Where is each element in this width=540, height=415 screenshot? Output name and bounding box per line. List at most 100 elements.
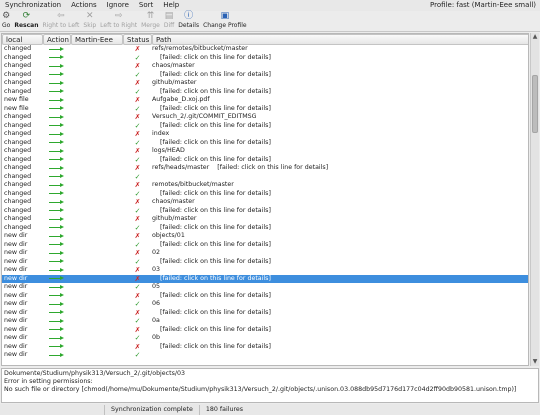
action-cell[interactable]	[43, 105, 71, 114]
table-row[interactable]: changed ✗ refs/heads/master [failed: click…	[2, 164, 528, 173]
action-cell[interactable]	[43, 113, 71, 122]
action-cell[interactable]	[43, 309, 71, 318]
table-row[interactable]: changed ✓	[2, 173, 528, 182]
left-to-right-button[interactable]: ⇨ Left to Right	[98, 11, 139, 31]
action-cell[interactable]	[43, 343, 71, 352]
table-row[interactable]: new file ✗ Aufgabe_D.xoj.pdf	[2, 96, 528, 105]
column-header-status[interactable]: Status	[123, 34, 152, 45]
checkmark-icon: ✓	[134, 104, 141, 113]
column-header-remote[interactable]: Martin-Eee	[71, 34, 123, 45]
rescan-button[interactable]: ⟳ Rescan	[12, 11, 40, 31]
table-row[interactable]: changed ✗ chaos/master	[2, 198, 528, 207]
table-row[interactable]: changed ✓ [failed: click on this line for…	[2, 190, 528, 199]
table-row[interactable]: new dir ✗ [failed: click on this line for…	[2, 309, 528, 318]
skip-button[interactable]: ✕ Skip	[81, 11, 98, 31]
column-header-local[interactable]: local	[2, 34, 43, 45]
right-to-left-button[interactable]: ⇦ Right to Left	[40, 11, 81, 31]
table-row[interactable]: new dir ✗ objects/01	[2, 232, 528, 241]
table-row[interactable]: changed ✓ [failed: click on this line for…	[2, 70, 528, 80]
action-cell[interactable]	[43, 317, 71, 326]
table-row[interactable]: changed ✗ chaos/master	[2, 62, 528, 71]
menu-sync[interactable]: Synchronization	[0, 0, 66, 11]
table-row[interactable]: new dir ✗ [failed: click on this line for…	[2, 343, 528, 352]
table-row[interactable]: changed ✗ github/master	[2, 215, 528, 224]
menu-sort[interactable]: Sort	[134, 0, 158, 11]
action-cell[interactable]	[43, 300, 71, 309]
action-cell[interactable]	[43, 266, 71, 275]
scrollbar-thumb[interactable]	[532, 75, 538, 133]
scroll-down-icon[interactable]: ▼	[531, 358, 539, 366]
go-button[interactable]: ⚙ Go	[0, 11, 12, 31]
action-cell[interactable]	[43, 164, 71, 173]
action-cell[interactable]	[43, 88, 71, 97]
table-row[interactable]: new dir ✗ [failed: click on this line for…	[2, 274, 528, 284]
checkmark-icon: ✓	[134, 70, 141, 79]
menu-ignore[interactable]: Ignore	[102, 0, 134, 11]
action-cell[interactable]	[43, 130, 71, 139]
menu-help[interactable]: Help	[158, 0, 184, 11]
action-cell[interactable]	[43, 224, 71, 233]
action-cell[interactable]	[43, 96, 71, 105]
table-row[interactable]: new dir ✗ [failed: click on this line for…	[2, 292, 528, 301]
table-row[interactable]: changed ✗ index	[2, 130, 528, 139]
vertical-scrollbar[interactable]: ▲ ▼	[530, 33, 539, 366]
action-cell[interactable]	[43, 351, 71, 360]
action-cell[interactable]	[43, 147, 71, 156]
table-row[interactable]: new dir ✓ [failed: click on this line for…	[2, 241, 528, 250]
table-row[interactable]: changed ✓ [failed: click on this line for…	[2, 139, 528, 148]
merge-button[interactable]: ⇈ Merge	[139, 11, 162, 31]
menu-actions[interactable]: Actions	[66, 0, 102, 11]
action-cell[interactable]	[43, 139, 71, 148]
action-cell[interactable]	[43, 190, 71, 199]
table-row[interactable]: new dir ✓ 0a	[2, 317, 528, 326]
action-cell[interactable]	[43, 173, 71, 182]
action-cell[interactable]	[43, 258, 71, 267]
action-cell[interactable]	[43, 54, 71, 63]
table-row[interactable]: new dir ✗ 03	[2, 266, 528, 275]
table-row[interactable]: changed ✓ [failed: click on this line for…	[2, 122, 528, 131]
table-row[interactable]: new dir ✗ 02	[2, 249, 528, 258]
action-cell[interactable]	[43, 198, 71, 207]
table-row[interactable]: changed ✓ [failed: click on this line for…	[2, 207, 528, 216]
action-cell[interactable]	[43, 62, 71, 71]
action-cell[interactable]	[43, 326, 71, 335]
table-row[interactable]: new dir ✓ 05	[2, 283, 528, 292]
action-cell[interactable]	[43, 71, 71, 80]
table-row[interactable]: changed ✗ refs/remotes/bitbucket/master	[2, 45, 528, 54]
column-header-action[interactable]: Action	[43, 34, 71, 45]
table-row[interactable]: new dir ✗ [failed: click on this line for…	[2, 326, 528, 335]
table-row[interactable]: changed ✗ Versuch_2/.git/COMMIT_EDITMSG	[2, 113, 528, 122]
table-row[interactable]: changed ✓ [failed: click on this line for…	[2, 88, 528, 97]
action-cell[interactable]	[43, 275, 71, 284]
action-cell[interactable]	[43, 232, 71, 241]
action-cell[interactable]	[43, 79, 71, 88]
scroll-up-icon[interactable]: ▲	[531, 33, 539, 41]
path-cell: [failed: click on this line for details]	[152, 70, 271, 78]
diff-button[interactable]: ▤ Diff	[162, 11, 176, 31]
table-row[interactable]: changed ✗ logs/HEAD	[2, 147, 528, 156]
table-row[interactable]: new file ✓ [failed: click on this line fo…	[2, 104, 528, 114]
action-cell[interactable]	[43, 249, 71, 258]
table-row[interactable]: new dir ✓ [failed: click on this line for…	[2, 258, 528, 267]
action-cell[interactable]	[43, 122, 71, 131]
action-cell[interactable]	[43, 45, 71, 54]
action-cell[interactable]	[43, 207, 71, 216]
action-cell[interactable]	[43, 215, 71, 224]
table-row[interactable]: changed ✗ remotes/bitbucket/master	[2, 181, 528, 190]
table-row[interactable]: changed ✓ [failed: click on this line for…	[2, 224, 528, 233]
action-cell[interactable]	[43, 241, 71, 250]
action-cell[interactable]	[43, 181, 71, 190]
table-row[interactable]: changed ✗ github/master	[2, 79, 528, 88]
details-button[interactable]: ⓘ Details	[176, 11, 201, 31]
table-row[interactable]: new dir ✓ 0b	[2, 334, 528, 343]
table-row[interactable]: changed ✓ [failed: click on this line for…	[2, 54, 528, 63]
action-cell[interactable]	[43, 156, 71, 165]
action-cell[interactable]	[43, 334, 71, 343]
table-row[interactable]: changed ✓ [failed: click on this line for…	[2, 156, 528, 165]
table-row[interactable]: new dir ✓ 06	[2, 300, 528, 309]
column-header-path[interactable]: Path	[152, 34, 528, 45]
change-profile-button[interactable]: ▣ Change Profile	[201, 11, 249, 31]
action-cell[interactable]	[43, 283, 71, 292]
action-cell[interactable]	[43, 292, 71, 301]
table-row[interactable]: new dir ✓	[2, 351, 528, 360]
